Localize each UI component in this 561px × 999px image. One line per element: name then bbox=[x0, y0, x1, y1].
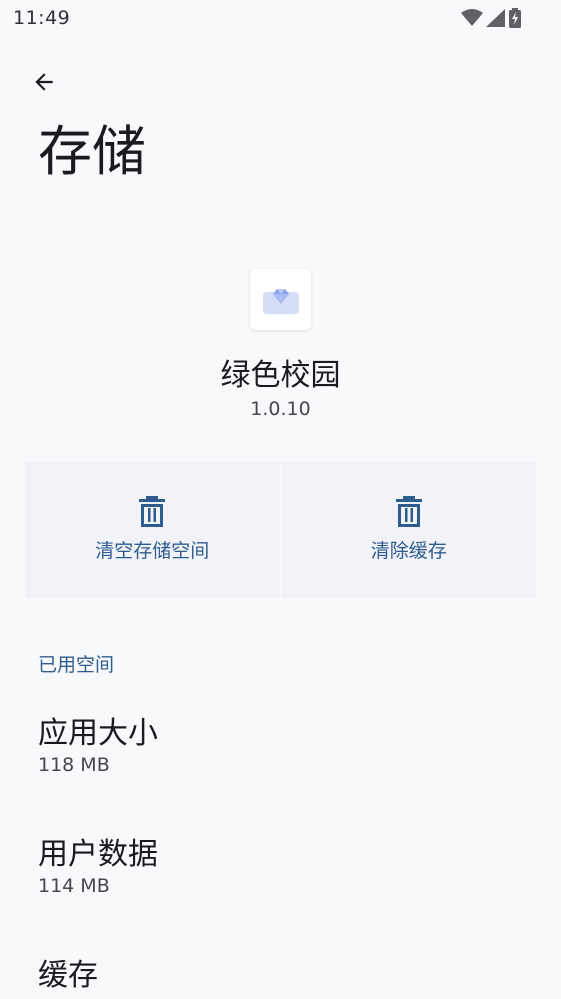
list-item-user-data[interactable]: 用户数据 114 MB bbox=[38, 837, 528, 897]
trash-icon bbox=[139, 496, 166, 527]
app-version: 1.0.10 bbox=[250, 398, 311, 420]
diamond-app-icon bbox=[262, 288, 299, 314]
clear-storage-button[interactable]: 清空存储空间 bbox=[25, 462, 280, 598]
status-time: 11:49 bbox=[13, 7, 71, 29]
trash-icon bbox=[395, 496, 422, 527]
cellular-signal-icon bbox=[486, 9, 505, 27]
section-header-used-space: 已用空间 bbox=[38, 654, 115, 676]
app-name: 绿色校园 bbox=[220, 358, 341, 393]
list-item-cache[interactable]: 缓存 bbox=[38, 958, 528, 994]
back-button[interactable] bbox=[22, 60, 66, 104]
wifi-icon bbox=[461, 9, 483, 26]
storage-actions: 清空存储空间 清除缓存 bbox=[25, 462, 536, 598]
page-title: 存储 bbox=[38, 120, 146, 183]
status-bar: 11:49 bbox=[0, 0, 561, 38]
item-title: 缓存 bbox=[38, 958, 98, 993]
app-icon bbox=[250, 269, 311, 330]
clear-storage-label: 清空存储空间 bbox=[95, 540, 210, 562]
list-item-app-size[interactable]: 应用大小 118 MB bbox=[38, 716, 528, 776]
clear-cache-button[interactable]: 清除缓存 bbox=[281, 462, 536, 598]
status-icons bbox=[461, 8, 521, 28]
item-title: 应用大小 bbox=[38, 716, 158, 751]
arrow-back-icon bbox=[35, 73, 53, 91]
item-value: 114 MB bbox=[38, 875, 110, 897]
storage-screen: 11:49 存储 绿色校园 1.0.10 清空存储空间 清除缓存 已用空间 应用… bbox=[0, 0, 561, 999]
clear-cache-label: 清除缓存 bbox=[370, 540, 447, 562]
item-title: 用户数据 bbox=[38, 837, 158, 872]
item-value: 118 MB bbox=[38, 754, 110, 776]
battery-charging-icon bbox=[509, 8, 521, 28]
